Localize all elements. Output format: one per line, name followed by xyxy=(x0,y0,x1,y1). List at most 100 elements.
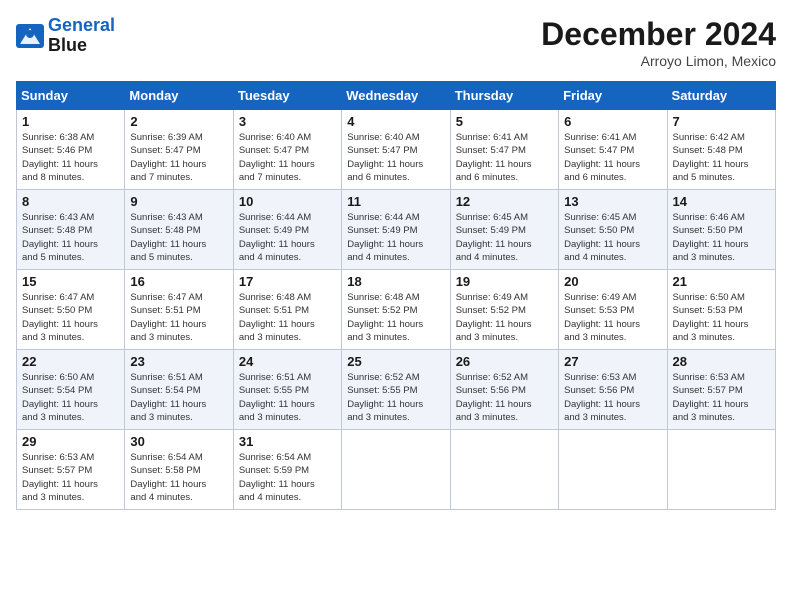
calendar-cell: 20 Sunrise: 6:49 AM Sunset: 5:53 PM Dayli… xyxy=(559,270,667,350)
day-number: 21 xyxy=(673,274,770,289)
day-number: 31 xyxy=(239,434,336,449)
day-info: Sunrise: 6:41 AM Sunset: 5:47 PM Dayligh… xyxy=(456,131,553,184)
day-info: Sunrise: 6:53 AM Sunset: 5:56 PM Dayligh… xyxy=(564,371,661,424)
day-info: Sunrise: 6:46 AM Sunset: 5:50 PM Dayligh… xyxy=(673,211,770,264)
calendar-cell: 22 Sunrise: 6:50 AM Sunset: 5:54 PM Dayli… xyxy=(17,350,125,430)
calendar-cell: 23 Sunrise: 6:51 AM Sunset: 5:54 PM Dayli… xyxy=(125,350,233,430)
day-number: 22 xyxy=(22,354,119,369)
day-info: Sunrise: 6:39 AM Sunset: 5:47 PM Dayligh… xyxy=(130,131,227,184)
calendar-cell: 14Sunrise: 6:46 AM Sunset: 5:50 PM Dayli… xyxy=(667,190,775,270)
logo-text: GeneralBlue xyxy=(48,16,115,56)
day-info: Sunrise: 6:54 AM Sunset: 5:59 PM Dayligh… xyxy=(239,451,336,504)
calendar-cell: 6Sunrise: 6:41 AM Sunset: 5:47 PM Daylig… xyxy=(559,110,667,190)
day-number: 15 xyxy=(22,274,119,289)
calendar-cell xyxy=(559,430,667,510)
day-number: 2 xyxy=(130,114,227,129)
day-info: Sunrise: 6:53 AM Sunset: 5:57 PM Dayligh… xyxy=(22,451,119,504)
calendar-week-row: 15Sunrise: 6:47 AM Sunset: 5:50 PM Dayli… xyxy=(17,270,776,350)
day-info: Sunrise: 6:52 AM Sunset: 5:55 PM Dayligh… xyxy=(347,371,444,424)
calendar-week-row: 22 Sunrise: 6:50 AM Sunset: 5:54 PM Dayli… xyxy=(17,350,776,430)
day-number: 17 xyxy=(239,274,336,289)
weekday-header: Wednesday xyxy=(342,82,450,110)
calendar-cell: 26Sunrise: 6:52 AM Sunset: 5:56 PM Dayli… xyxy=(450,350,558,430)
calendar-week-row: 1 Sunrise: 6:38 AM Sunset: 5:46 PM Daylig… xyxy=(17,110,776,190)
day-number: 18 xyxy=(347,274,444,289)
day-info: Sunrise: 6:42 AM Sunset: 5:48 PM Dayligh… xyxy=(673,131,770,184)
day-info: Sunrise: 6:50 AM Sunset: 5:54 PM Dayligh… xyxy=(22,371,119,424)
calendar-cell: 3 Sunrise: 6:40 AM Sunset: 5:47 PM Daylig… xyxy=(233,110,341,190)
calendar-body: 1 Sunrise: 6:38 AM Sunset: 5:46 PM Daylig… xyxy=(17,110,776,510)
calendar-cell: 5 Sunrise: 6:41 AM Sunset: 5:47 PM Daylig… xyxy=(450,110,558,190)
day-number: 30 xyxy=(130,434,227,449)
calendar-cell: 2 Sunrise: 6:39 AM Sunset: 5:47 PM Daylig… xyxy=(125,110,233,190)
day-info: Sunrise: 6:54 AM Sunset: 5:58 PM Dayligh… xyxy=(130,451,227,504)
day-number: 13 xyxy=(564,194,661,209)
weekday-header: Friday xyxy=(559,82,667,110)
title-block: December 2024 Arroyo Limon, Mexico xyxy=(541,16,776,69)
day-info: Sunrise: 6:47 AM Sunset: 5:51 PM Dayligh… xyxy=(130,291,227,344)
calendar-table: SundayMondayTuesdayWednesdayThursdayFrid… xyxy=(16,81,776,510)
calendar-cell: 30 Sunrise: 6:54 AM Sunset: 5:58 PM Dayli… xyxy=(125,430,233,510)
day-info: Sunrise: 6:48 AM Sunset: 5:52 PM Dayligh… xyxy=(347,291,444,344)
calendar-cell: 31 Sunrise: 6:54 AM Sunset: 5:59 PM Dayli… xyxy=(233,430,341,510)
day-number: 10 xyxy=(239,194,336,209)
day-number: 1 xyxy=(22,114,119,129)
logo: GeneralBlue xyxy=(16,16,115,56)
day-info: Sunrise: 6:52 AM Sunset: 5:56 PM Dayligh… xyxy=(456,371,553,424)
calendar-cell: 4Sunrise: 6:40 AM Sunset: 5:47 PM Daylig… xyxy=(342,110,450,190)
day-number: 24 xyxy=(239,354,336,369)
calendar-cell: 24 Sunrise: 6:51 AM Sunset: 5:55 PM Dayli… xyxy=(233,350,341,430)
calendar-cell: 11 Sunrise: 6:44 AM Sunset: 5:49 PM Dayli… xyxy=(342,190,450,270)
day-number: 23 xyxy=(130,354,227,369)
day-number: 12 xyxy=(456,194,553,209)
day-info: Sunrise: 6:38 AM Sunset: 5:46 PM Dayligh… xyxy=(22,131,119,184)
calendar-cell: 17 Sunrise: 6:48 AM Sunset: 5:51 PM Dayli… xyxy=(233,270,341,350)
calendar-cell xyxy=(450,430,558,510)
calendar-cell: 12 Sunrise: 6:45 AM Sunset: 5:49 PM Dayli… xyxy=(450,190,558,270)
page-header: GeneralBlue December 2024 Arroyo Limon, … xyxy=(16,16,776,69)
weekday-header: Monday xyxy=(125,82,233,110)
day-number: 19 xyxy=(456,274,553,289)
day-info: Sunrise: 6:45 AM Sunset: 5:49 PM Dayligh… xyxy=(456,211,553,264)
calendar-cell: 8Sunrise: 6:43 AM Sunset: 5:48 PM Daylig… xyxy=(17,190,125,270)
day-info: Sunrise: 6:50 AM Sunset: 5:53 PM Dayligh… xyxy=(673,291,770,344)
weekday-header: Thursday xyxy=(450,82,558,110)
day-number: 5 xyxy=(456,114,553,129)
calendar-cell: 1 Sunrise: 6:38 AM Sunset: 5:46 PM Daylig… xyxy=(17,110,125,190)
day-info: Sunrise: 6:49 AM Sunset: 5:52 PM Dayligh… xyxy=(456,291,553,344)
calendar-cell: 28Sunrise: 6:53 AM Sunset: 5:57 PM Dayli… xyxy=(667,350,775,430)
day-info: Sunrise: 6:40 AM Sunset: 5:47 PM Dayligh… xyxy=(239,131,336,184)
calendar-cell: 27Sunrise: 6:53 AM Sunset: 5:56 PM Dayli… xyxy=(559,350,667,430)
day-number: 20 xyxy=(564,274,661,289)
day-number: 8 xyxy=(22,194,119,209)
day-number: 3 xyxy=(239,114,336,129)
day-number: 25 xyxy=(347,354,444,369)
day-number: 7 xyxy=(673,114,770,129)
day-info: Sunrise: 6:43 AM Sunset: 5:48 PM Dayligh… xyxy=(130,211,227,264)
logo-icon xyxy=(16,24,44,48)
day-info: Sunrise: 6:51 AM Sunset: 5:55 PM Dayligh… xyxy=(239,371,336,424)
day-number: 11 xyxy=(347,194,444,209)
calendar-cell: 10 Sunrise: 6:44 AM Sunset: 5:49 PM Dayli… xyxy=(233,190,341,270)
calendar-cell: 21 Sunrise: 6:50 AM Sunset: 5:53 PM Dayli… xyxy=(667,270,775,350)
weekday-header: Sunday xyxy=(17,82,125,110)
day-number: 9 xyxy=(130,194,227,209)
calendar-cell: 15Sunrise: 6:47 AM Sunset: 5:50 PM Dayli… xyxy=(17,270,125,350)
day-info: Sunrise: 6:48 AM Sunset: 5:51 PM Dayligh… xyxy=(239,291,336,344)
day-number: 28 xyxy=(673,354,770,369)
day-info: Sunrise: 6:51 AM Sunset: 5:54 PM Dayligh… xyxy=(130,371,227,424)
weekday-header: Saturday xyxy=(667,82,775,110)
day-info: Sunrise: 6:45 AM Sunset: 5:50 PM Dayligh… xyxy=(564,211,661,264)
day-number: 29 xyxy=(22,434,119,449)
calendar-week-row: 8 Sunrise: 6:43 AM Sunset: 5:48 PM Daylig… xyxy=(17,190,776,270)
day-info: Sunrise: 6:49 AM Sunset: 5:53 PM Dayligh… xyxy=(564,291,661,344)
calendar-cell xyxy=(342,430,450,510)
day-info: Sunrise: 6:44 AM Sunset: 5:49 PM Dayligh… xyxy=(239,211,336,264)
location: Arroyo Limon, Mexico xyxy=(541,53,776,69)
day-info: Sunrise: 6:41 AM Sunset: 5:47 PM Dayligh… xyxy=(564,131,661,184)
calendar-cell xyxy=(667,430,775,510)
day-info: Sunrise: 6:44 AM Sunset: 5:49 PM Dayligh… xyxy=(347,211,444,264)
day-info: Sunrise: 6:40 AM Sunset: 5:47 PM Dayligh… xyxy=(347,131,444,184)
month-title: December 2024 xyxy=(541,16,776,53)
calendar-header-row: SundayMondayTuesdayWednesdayThursdayFrid… xyxy=(17,82,776,110)
